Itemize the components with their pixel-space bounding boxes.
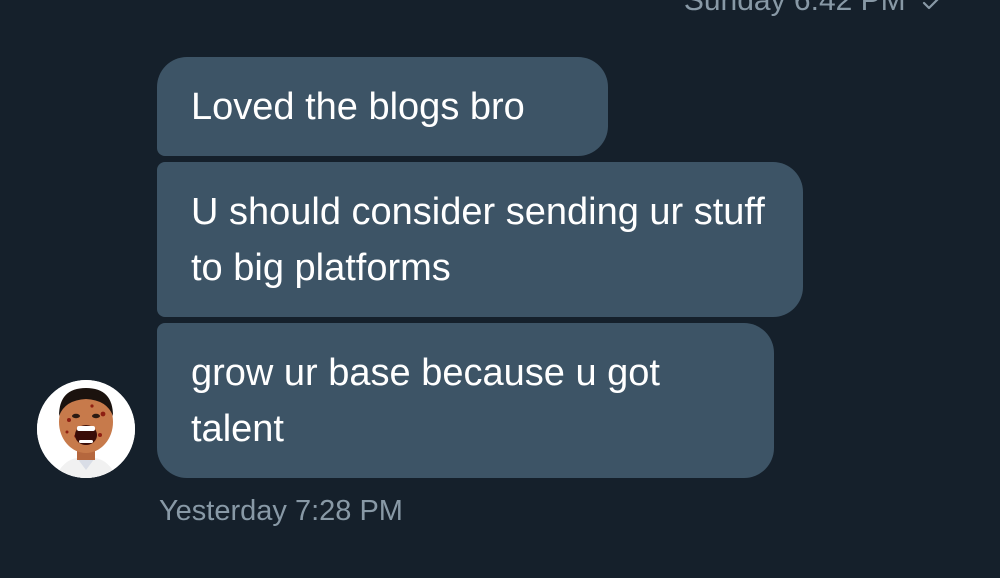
previous-timestamp-text: Sunday 6:42 PM (683, 0, 906, 17)
message-timestamp: Yesterday 7:28 PM (159, 495, 403, 527)
avatar[interactable] (37, 380, 135, 478)
message-text: grow ur base because u got talent (191, 352, 660, 450)
previous-message-timestamp: Sunday 6:42 PM (684, 0, 942, 19)
check-icon (922, 0, 942, 19)
message-text: Loved the blogs bro (191, 86, 525, 128)
message-text: U should consider sending ur stuff to bi… (191, 191, 765, 289)
message-bubble[interactable]: U should consider sending ur stuff to bi… (157, 162, 803, 317)
avatar-icon (37, 380, 135, 478)
message-bubble[interactable]: Loved the blogs bro (157, 57, 608, 156)
message-bubble[interactable]: grow ur base because u got talent (157, 323, 774, 478)
